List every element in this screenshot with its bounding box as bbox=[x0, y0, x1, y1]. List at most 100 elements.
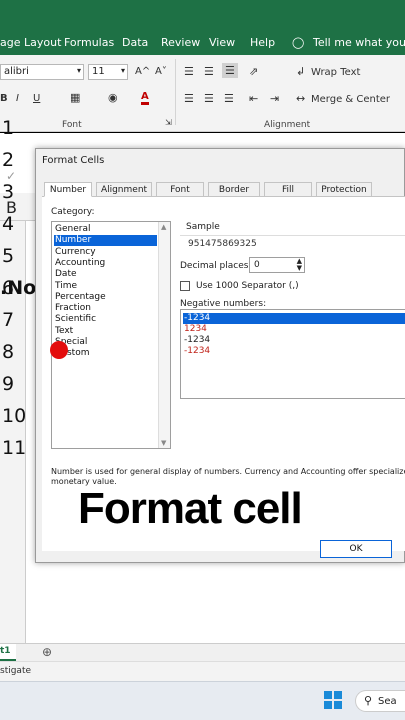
font-name-value: alibri bbox=[4, 66, 29, 77]
search-icon: ⚲ bbox=[364, 694, 373, 707]
row-header[interactable]: 8 bbox=[0, 341, 26, 363]
wrap-text-icon: ↲ bbox=[296, 65, 306, 78]
status-text: stigate bbox=[0, 666, 32, 676]
ribbon-tab-bar: age Layout Formulas Data Review View Hel… bbox=[0, 0, 405, 55]
align-top-icon[interactable]: ☰ bbox=[184, 65, 194, 78]
category-list[interactable]: ▲ ▼ General Number Currency Accounting Date T… bbox=[51, 221, 171, 449]
sample-value: 951475869325 bbox=[188, 239, 257, 249]
font-color-icon[interactable]: A bbox=[141, 91, 149, 105]
taskbar-search[interactable]: ⚲ Sea bbox=[355, 690, 405, 712]
tab-fill[interactable]: Fill bbox=[264, 182, 312, 197]
negative-option[interactable]: -1234 bbox=[183, 346, 405, 357]
borders-icon[interactable]: ▦ bbox=[70, 91, 80, 104]
ribbon-divider bbox=[175, 59, 176, 125]
underline-button[interactable]: U bbox=[33, 93, 40, 104]
italic-button[interactable]: I bbox=[16, 93, 19, 104]
dialog-launcher-icon[interactable]: ⇲ bbox=[165, 118, 172, 127]
tab-number[interactable]: Number bbox=[44, 182, 92, 197]
row-header[interactable]: 11 bbox=[0, 437, 26, 459]
video-caption: Format cell bbox=[78, 484, 303, 533]
align-center-icon[interactable]: ☰ bbox=[204, 92, 214, 105]
tab-help[interactable]: Help bbox=[250, 36, 275, 49]
tab-data[interactable]: Data bbox=[122, 36, 148, 49]
row-header[interactable]: 3 bbox=[0, 181, 26, 203]
scroll-up-icon[interactable]: ▲ bbox=[161, 223, 166, 231]
description-line: Number is used for general display of nu… bbox=[51, 467, 405, 476]
sample-label: Sample bbox=[186, 222, 220, 232]
align-left-icon[interactable]: ☰ bbox=[184, 92, 194, 105]
category-item[interactable]: Custom bbox=[54, 348, 157, 359]
negative-option[interactable]: -1234 bbox=[183, 313, 405, 324]
font-name-box[interactable]: alibri ▾ bbox=[0, 64, 84, 80]
lightbulb-icon: ◯ bbox=[292, 36, 305, 49]
row-header[interactable]: 7 bbox=[0, 309, 26, 331]
category-item[interactable]: Number bbox=[54, 235, 157, 247]
negative-numbers-label: Negative numbers: bbox=[180, 299, 267, 309]
tell-me-search[interactable]: Tell me what you wa bbox=[313, 36, 405, 49]
decimal-places-value: 0 bbox=[254, 260, 260, 270]
category-item[interactable]: Accounting bbox=[54, 258, 157, 269]
row-header[interactable]: 6 bbox=[0, 277, 26, 299]
tab-font[interactable]: Font bbox=[156, 182, 204, 197]
row-header[interactable]: 2 bbox=[0, 149, 26, 171]
row-header[interactable]: 5 bbox=[0, 245, 26, 267]
tab-border[interactable]: Border bbox=[208, 182, 260, 197]
sheet-tab[interactable]: t1 bbox=[0, 644, 16, 661]
row-header[interactable]: 4 bbox=[0, 213, 26, 235]
fill-color-icon[interactable]: ◉ bbox=[108, 91, 118, 104]
category-item[interactable]: Text bbox=[54, 326, 157, 337]
bold-button[interactable]: B bbox=[0, 93, 8, 104]
align-bottom-icon[interactable]: ☰ bbox=[222, 63, 238, 78]
font-size-value: 11 bbox=[92, 66, 105, 77]
row-header[interactable]: 9 bbox=[0, 373, 26, 395]
separator-label: Use 1000 Separator (,) bbox=[196, 281, 299, 291]
tab-view[interactable]: View bbox=[209, 36, 235, 49]
tab-page-layout[interactable]: age Layout bbox=[0, 36, 61, 49]
category-item[interactable]: Scientific bbox=[54, 314, 157, 325]
decrease-font-button[interactable]: A˅ bbox=[155, 66, 167, 77]
add-sheet-icon[interactable]: ⊕ bbox=[42, 645, 52, 659]
ok-button[interactable]: OK bbox=[320, 540, 392, 558]
category-item[interactable]: Percentage bbox=[54, 292, 157, 303]
chevron-down-icon[interactable]: ▾ bbox=[121, 66, 125, 75]
taskbar-search-text: Sea bbox=[378, 696, 397, 707]
negative-numbers-list[interactable]: -1234 1234 -1234 -1234 bbox=[180, 309, 405, 399]
font-size-box[interactable]: 11 ▾ bbox=[88, 64, 128, 80]
category-label: Category: bbox=[51, 207, 95, 217]
category-item[interactable]: Currency bbox=[54, 247, 157, 258]
pointer-highlight bbox=[50, 341, 68, 359]
category-item[interactable]: Fraction bbox=[54, 303, 157, 314]
scroll-down-icon[interactable]: ▼ bbox=[161, 439, 166, 447]
category-item[interactable]: Special bbox=[54, 337, 157, 348]
category-item[interactable]: Time bbox=[54, 281, 157, 292]
tab-protection[interactable]: Protection bbox=[316, 182, 372, 197]
row-header[interactable]: 10 bbox=[0, 405, 26, 427]
category-item[interactable]: Date bbox=[54, 269, 157, 280]
align-middle-icon[interactable]: ☰ bbox=[204, 65, 214, 78]
merge-center-icon: ↔ bbox=[296, 92, 306, 105]
group-label-alignment: Alignment bbox=[264, 120, 311, 130]
align-right-icon[interactable]: ☰ bbox=[224, 92, 234, 105]
sheet-tab-bar: t1 ⊕ bbox=[0, 643, 405, 661]
ribbon: alibri ▾ 11 ▾ A^ A˅ B I U ▦ ◉ A Font ⇲ ☰… bbox=[0, 55, 405, 132]
increase-font-button[interactable]: A^ bbox=[135, 66, 150, 77]
status-bar: stigate bbox=[0, 661, 405, 681]
windows-start-icon[interactable] bbox=[324, 691, 342, 709]
row-header[interactable]: 1 bbox=[0, 117, 26, 139]
category-scrollbar[interactable]: ▲ ▼ bbox=[158, 222, 170, 448]
wrap-text-button[interactable]: Wrap Text bbox=[311, 67, 360, 78]
decimal-places-stepper[interactable]: 0 ▲ ▼ bbox=[249, 257, 305, 273]
tab-formulas[interactable]: Formulas bbox=[64, 36, 114, 49]
negative-option[interactable]: 1234 bbox=[183, 324, 405, 335]
negative-option[interactable]: -1234 bbox=[183, 335, 405, 346]
separator-checkbox[interactable] bbox=[180, 281, 190, 291]
stepper-down-icon[interactable]: ▼ bbox=[297, 264, 302, 272]
merge-center-button[interactable]: Merge & Center bbox=[311, 94, 390, 105]
category-item[interactable]: General bbox=[54, 224, 157, 235]
chevron-down-icon[interactable]: ▾ bbox=[77, 66, 81, 75]
orientation-icon[interactable]: ⇗ bbox=[249, 65, 258, 78]
increase-indent-icon[interactable]: ⇥ bbox=[270, 92, 279, 105]
tab-review[interactable]: Review bbox=[161, 36, 200, 49]
decrease-indent-icon[interactable]: ⇤ bbox=[249, 92, 258, 105]
tab-alignment[interactable]: Alignment bbox=[96, 182, 152, 197]
